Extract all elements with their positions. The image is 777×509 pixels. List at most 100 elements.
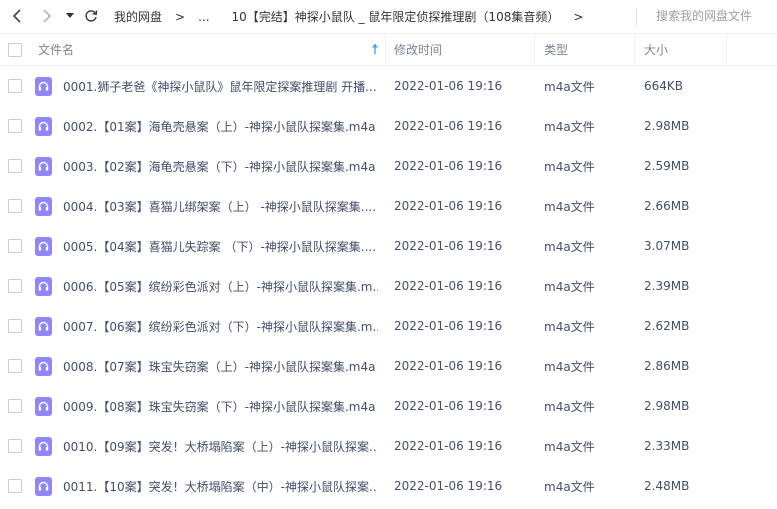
back-button[interactable]: [8, 6, 26, 26]
file-name[interactable]: 0004.【03案】喜猫儿绑架案（上） -神探小鼠队探案集....: [63, 186, 378, 226]
audio-file-icon: [35, 356, 52, 376]
file-size: 3.07MB: [644, 239, 690, 253]
row-checkbox-cell: [8, 306, 22, 346]
chevron-left-icon: [12, 9, 21, 23]
row-checkbox[interactable]: [8, 319, 22, 333]
forward-button[interactable]: [38, 6, 56, 26]
row-checkbox[interactable]: [8, 399, 22, 413]
file-modified-time: 2022-01-06 19:16: [394, 79, 503, 93]
file-row[interactable]: 0011.【10案】突发！大桥塌陷案（中）-神探小鼠队探案... 2022-01…: [0, 466, 777, 506]
column-header-name[interactable]: 文件名: [38, 34, 383, 65]
select-all-checkbox[interactable]: [8, 42, 22, 57]
column-header-modified[interactable]: 修改时间: [394, 34, 442, 65]
row-checkbox[interactable]: [8, 239, 22, 253]
audio-file-icon: [35, 436, 52, 456]
file-modified-time: 2022-01-06 19:16: [394, 479, 503, 493]
file-name[interactable]: 0006.【05案】缤纷彩色派对（上）-神探小鼠队探案集.m...: [63, 266, 378, 306]
row-checkbox-cell: [8, 226, 22, 266]
file-name[interactable]: 0005.【04案】喜猫儿失踪案 （下）-神探小鼠队探案集....: [63, 226, 378, 266]
file-modified-time: 2022-01-06 19:16: [394, 159, 503, 173]
file-size: 2.86MB: [644, 359, 690, 373]
file-row[interactable]: 0010.【09案】突发！大桥塌陷案（上）-神探小鼠队探案... 2022-01…: [0, 426, 777, 466]
file-type: m4a文件: [544, 279, 595, 294]
row-checkbox-cell: [8, 386, 22, 426]
sort-ascending-icon[interactable]: [371, 43, 379, 58]
column-header-type[interactable]: 类型: [544, 34, 568, 65]
row-checkbox[interactable]: [8, 159, 22, 173]
breadcrumb-root[interactable]: 我的网盘: [114, 8, 162, 25]
file-name[interactable]: 0009.【08案】珠宝失窃案（下）-神探小鼠队探案集.m4a: [63, 386, 378, 426]
column-header-name-label: 文件名: [38, 43, 75, 57]
row-checkbox[interactable]: [8, 79, 22, 93]
file-icon-cell: [35, 66, 52, 106]
audio-file-icon: [35, 276, 52, 296]
file-type: m4a文件: [544, 479, 595, 494]
file-name[interactable]: 0001.狮子老爸《神探小鼠队》鼠年限定探案推理剧 开播...: [63, 66, 378, 106]
column-divider[interactable]: [634, 34, 635, 65]
breadcrumb-ellipsis[interactable]: ...: [198, 10, 209, 24]
row-checkbox[interactable]: [8, 199, 22, 213]
file-type: m4a文件: [544, 119, 595, 134]
refresh-icon: [85, 10, 98, 22]
file-row[interactable]: 0004.【03案】喜猫儿绑架案（上） -神探小鼠队探案集.... 2022-0…: [0, 186, 777, 226]
file-size: 2.98MB: [644, 399, 690, 413]
file-name[interactable]: 0011.【10案】突发！大桥塌陷案（中）-神探小鼠队探案...: [63, 466, 378, 506]
file-name[interactable]: 0007.【06案】缤纷彩色派对（下）-神探小鼠队探案集.m...: [63, 306, 378, 346]
row-checkbox[interactable]: [8, 479, 22, 493]
file-row[interactable]: 0006.【05案】缤纷彩色派对（上）-神探小鼠队探案集.m... 2022-0…: [0, 266, 777, 306]
breadcrumb-current-folder: 10【完结】神探小鼠队 _ 鼠年限定侦探推理剧（108集音频）: [231, 10, 560, 24]
file-row[interactable]: 0002.【01案】海龟壳悬案（上）-神探小鼠队探案集.m4a 2022-01-…: [0, 106, 777, 146]
column-divider[interactable]: [534, 34, 535, 65]
file-name[interactable]: 0003.【02案】海龟壳悬案（下）-神探小鼠队探案集.m4a: [63, 146, 378, 186]
column-divider[interactable]: [726, 34, 727, 65]
file-row[interactable]: 0005.【04案】喜猫儿失踪案 （下）-神探小鼠队探案集.... 2022-0…: [0, 226, 777, 266]
row-checkbox-cell: [8, 466, 22, 506]
row-checkbox[interactable]: [8, 279, 22, 293]
search-input[interactable]: [638, 4, 777, 28]
file-icon-cell: [35, 226, 52, 266]
file-row[interactable]: 0007.【06案】缤纷彩色派对（下）-神探小鼠队探案集.m... 2022-0…: [0, 306, 777, 346]
history-dropdown-button[interactable]: [63, 6, 77, 26]
file-type: m4a文件: [544, 399, 595, 414]
file-type: m4a文件: [544, 199, 595, 214]
column-header-size-label: 大小: [644, 43, 669, 57]
file-icon-cell: [35, 346, 52, 386]
chevron-right-icon: [43, 9, 52, 23]
file-icon-cell: [35, 426, 52, 466]
file-icon-cell: [35, 146, 52, 186]
breadcrumb: 我的网盘 > ... 10【完结】神探小鼠队 _ 鼠年限定侦探推理剧（108集音…: [114, 0, 596, 33]
file-type: m4a文件: [544, 159, 595, 174]
row-checkbox[interactable]: [8, 359, 22, 373]
file-size: 2.66MB: [644, 199, 690, 213]
file-row[interactable]: 0008.【07案】珠宝失窃案（上）-神探小鼠队探案集.m4a 2022-01-…: [0, 346, 777, 386]
file-modified-time: 2022-01-06 19:16: [394, 279, 503, 293]
file-icon-cell: [35, 306, 52, 346]
file-size: 2.33MB: [644, 439, 690, 453]
audio-file-icon: [35, 156, 52, 176]
file-type: m4a文件: [544, 239, 595, 254]
file-row[interactable]: 0003.【02案】海龟壳悬案（下）-神探小鼠队探案集.m4a 2022-01-…: [0, 146, 777, 186]
row-checkbox-cell: [8, 106, 22, 146]
file-row[interactable]: 0001.狮子老爸《神探小鼠队》鼠年限定探案推理剧 开播... 2022-01-…: [0, 66, 777, 106]
column-divider[interactable]: [385, 34, 386, 65]
refresh-button[interactable]: [82, 6, 100, 26]
file-name[interactable]: 0010.【09案】突发！大桥塌陷案（上）-神探小鼠队探案...: [63, 426, 378, 466]
row-checkbox[interactable]: [8, 119, 22, 133]
file-list-header: 文件名 修改时间 类型 大小: [0, 33, 777, 66]
column-header-size[interactable]: 大小: [644, 34, 668, 65]
file-type: m4a文件: [544, 439, 595, 454]
top-navigation-bar: 我的网盘 > ... 10【完结】神探小鼠队 _ 鼠年限定侦探推理剧（108集音…: [0, 0, 777, 33]
file-modified-time: 2022-01-06 19:16: [394, 239, 503, 253]
audio-file-icon: [35, 196, 52, 216]
select-all-checkbox-cell: [8, 34, 22, 65]
file-modified-time: 2022-01-06 19:16: [394, 119, 503, 133]
file-size: 2.62MB: [644, 319, 690, 333]
file-modified-time: 2022-01-06 19:16: [394, 399, 503, 413]
file-name[interactable]: 0002.【01案】海龟壳悬案（上）-神探小鼠队探案集.m4a: [63, 106, 378, 146]
file-row[interactable]: 0009.【08案】珠宝失窃案（下）-神探小鼠队探案集.m4a 2022-01-…: [0, 386, 777, 426]
row-checkbox[interactable]: [8, 439, 22, 453]
file-name[interactable]: 0008.【07案】珠宝失窃案（上）-神探小鼠队探案集.m4a: [63, 346, 378, 386]
breadcrumb-separator: >: [175, 9, 186, 24]
file-size: 2.59MB: [644, 159, 690, 173]
file-icon-cell: [35, 186, 52, 226]
